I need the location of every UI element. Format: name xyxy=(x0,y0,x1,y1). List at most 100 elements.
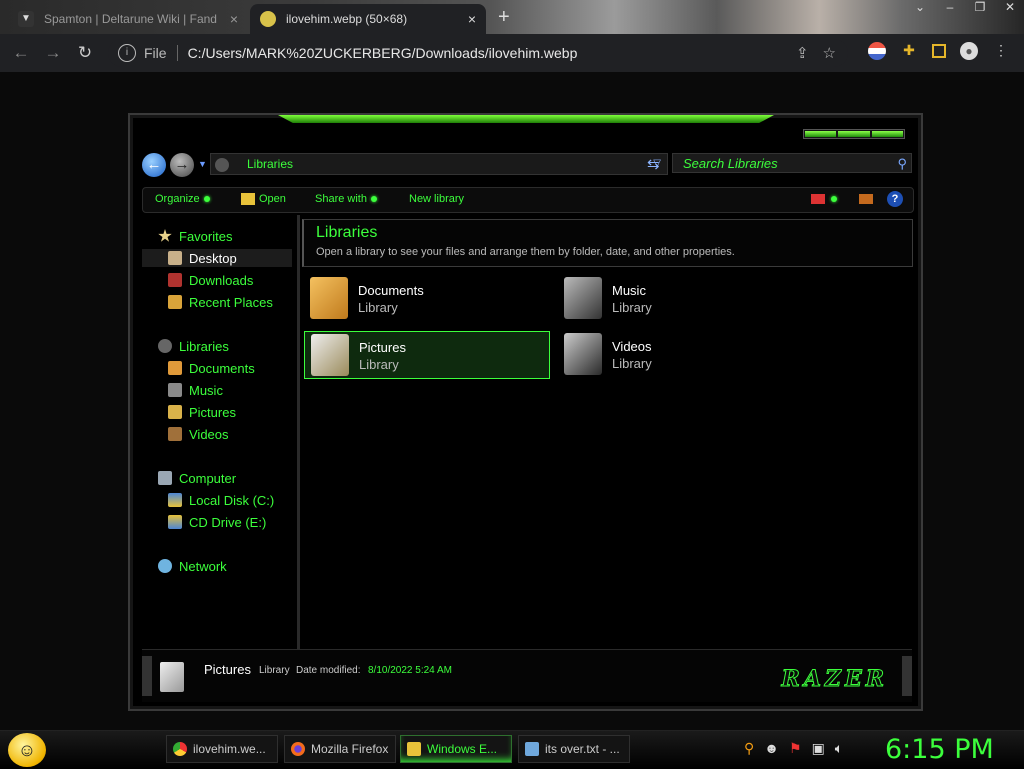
breadcrumb-libraries[interactable]: Libraries xyxy=(247,157,293,171)
address-bar-row: ← → ↻ i File C:/Users/MARK%20ZUCKERBERG/… xyxy=(0,34,1024,72)
preview-pane-icon[interactable] xyxy=(859,194,873,204)
sidepanel-icon[interactable] xyxy=(932,44,946,58)
start-button-smiley-icon[interactable]: ☺ xyxy=(8,733,46,767)
nav-desktop[interactable]: Desktop xyxy=(142,249,292,267)
info-icon[interactable]: i xyxy=(118,44,136,62)
nav-network[interactable]: Network xyxy=(158,557,227,575)
omnibox[interactable]: i File C:/Users/MARK%20ZUCKERBERG/Downlo… xyxy=(108,39,848,67)
image-icon xyxy=(260,11,276,27)
messenger-icon[interactable]: ☻ xyxy=(764,740,779,757)
help-icon[interactable]: ? xyxy=(887,191,903,207)
maximize-button[interactable] xyxy=(838,131,870,137)
url-text[interactable]: C:/Users/MARK%20ZUCKERBERG/Downloads/ilo… xyxy=(188,45,578,61)
taskbar-item-explorer[interactable]: Windows E... xyxy=(400,735,512,763)
menu-dots-icon[interactable]: ⋮ xyxy=(992,42,1010,60)
taskbar-clock[interactable]: 6:15 PM xyxy=(885,734,994,765)
library-type: Library xyxy=(358,300,398,315)
explorer-back-button[interactable]: ← xyxy=(142,153,166,177)
back-button[interactable]: ← xyxy=(10,43,32,63)
folder-icon xyxy=(241,193,255,206)
minimize-icon[interactable]: – xyxy=(942,0,958,14)
share-icon[interactable]: ⇪ xyxy=(796,44,809,62)
network-tray-icon[interactable]: ▣ xyxy=(812,740,825,757)
divider xyxy=(176,45,178,61)
library-name: Videos xyxy=(612,339,652,354)
forward-button[interactable]: → xyxy=(42,43,64,63)
organize-button[interactable]: Organize xyxy=(155,193,210,205)
nav-downloads[interactable]: Downloads xyxy=(168,271,253,289)
browser-tab-strip: ▼ Spamton | Deltarune Wiki | Fand × ilov… xyxy=(0,0,1024,34)
extensions-area: ✚ ● ⋮ xyxy=(868,42,1010,60)
nav-label: Desktop xyxy=(189,250,237,266)
minimize-button[interactable] xyxy=(805,131,837,137)
explorer-forward-button[interactable]: → xyxy=(170,153,194,177)
taskbar-item-chrome[interactable]: ilovehim.we... xyxy=(166,735,278,763)
recent-places-icon xyxy=(168,295,182,309)
profile-flag-icon[interactable] xyxy=(868,42,886,60)
history-dropdown-icon[interactable]: ▼ xyxy=(198,159,207,169)
change-view-icon[interactable] xyxy=(811,194,825,204)
nav-documents[interactable]: Documents xyxy=(168,359,255,377)
account-icon[interactable]: ● xyxy=(960,42,978,60)
new-tab-button[interactable]: + xyxy=(498,6,510,29)
desktop-icon xyxy=(168,251,182,265)
nav-music[interactable]: Music xyxy=(168,381,223,399)
share-with-button[interactable]: Share with xyxy=(315,193,377,205)
folder-icon xyxy=(407,742,421,756)
taskbar-item-firefox[interactable]: Mozilla Firefox xyxy=(284,735,396,763)
bookmark-star-icon[interactable]: ☆ xyxy=(823,44,836,62)
pictures-library-icon xyxy=(160,662,184,692)
tab-search-icon[interactable]: ⌄ xyxy=(912,0,928,14)
nav-videos[interactable]: Videos xyxy=(168,425,229,443)
nav-recent-places[interactable]: Recent Places xyxy=(168,293,273,311)
search-input[interactable]: Search Libraries ⚲ xyxy=(672,153,912,173)
new-library-button[interactable]: New library xyxy=(409,193,464,205)
computer-icon xyxy=(158,471,172,485)
downloads-icon xyxy=(168,273,182,287)
tab-title: ilovehim.webp (50×68) xyxy=(286,12,408,26)
nav-local-disk[interactable]: Local Disk (C:) xyxy=(168,491,274,509)
dropdown-dot-icon[interactable] xyxy=(831,196,837,202)
library-music[interactable]: Music Library xyxy=(558,275,802,321)
details-name: Pictures xyxy=(204,662,251,677)
nav-computer[interactable]: Computer xyxy=(158,469,236,487)
details-date-value: 8/10/2022 5:24 AM xyxy=(368,665,452,676)
tab-ilovehim[interactable]: ilovehim.webp (50×68) × xyxy=(250,4,486,34)
refresh-icon[interactable]: ⇆ xyxy=(647,155,660,173)
close-tab-icon[interactable]: × xyxy=(230,11,238,27)
library-videos[interactable]: Videos Library xyxy=(558,331,802,377)
videos-icon xyxy=(168,427,182,441)
libraries-icon xyxy=(158,339,172,353)
nav-cd-drive[interactable]: CD Drive (E:) xyxy=(168,513,266,531)
volume-icon[interactable]: 🔈︎ xyxy=(835,740,843,757)
open-button[interactable]: Open xyxy=(241,193,286,206)
close-button[interactable] xyxy=(871,131,903,137)
extensions-puzzle-icon[interactable]: ✚ xyxy=(900,42,918,60)
nav-favorites[interactable]: Favorites xyxy=(158,227,232,245)
new-library-label: New library xyxy=(409,193,465,205)
search-icon[interactable]: ⚲ xyxy=(897,154,907,174)
nav-pictures[interactable]: Pictures xyxy=(168,403,236,421)
dropdown-dot-icon xyxy=(203,196,210,203)
taskbar: ☺ ilovehim.we... Mozilla Firefox Windows… xyxy=(0,730,1024,769)
reload-button[interactable]: ↻ xyxy=(74,43,96,63)
nav-libraries[interactable]: Libraries xyxy=(158,337,229,355)
action-center-flag-icon[interactable]: ⚑ xyxy=(789,740,802,757)
restore-icon[interactable]: ❐ xyxy=(972,0,988,14)
taskbar-label: ilovehim.we... xyxy=(193,742,266,756)
share-with-label: Share with xyxy=(315,193,367,205)
explorer-nav-row: ← → ▼ Libraries ▽ ⇆ Search Libraries ⚲ xyxy=(142,153,912,179)
nav-label: Recent Places xyxy=(189,294,273,310)
nav-label: Network xyxy=(179,558,227,574)
documents-icon xyxy=(168,361,182,375)
close-window-icon[interactable]: ✕ xyxy=(1002,0,1018,14)
search-tray-icon[interactable]: ⚲ xyxy=(744,740,754,757)
library-name: Pictures xyxy=(359,340,406,355)
library-pictures[interactable]: Pictures Library xyxy=(304,331,550,379)
tab-spamton-wiki[interactable]: ▼ Spamton | Deltarune Wiki | Fand × xyxy=(8,4,248,34)
breadcrumb[interactable]: Libraries ▽ xyxy=(210,153,668,175)
close-tab-icon[interactable]: × xyxy=(468,11,476,27)
library-documents[interactable]: Documents Library xyxy=(304,275,548,321)
taskbar-item-notepad[interactable]: its over.txt - ... xyxy=(518,735,630,763)
local-disk-icon xyxy=(168,493,182,507)
